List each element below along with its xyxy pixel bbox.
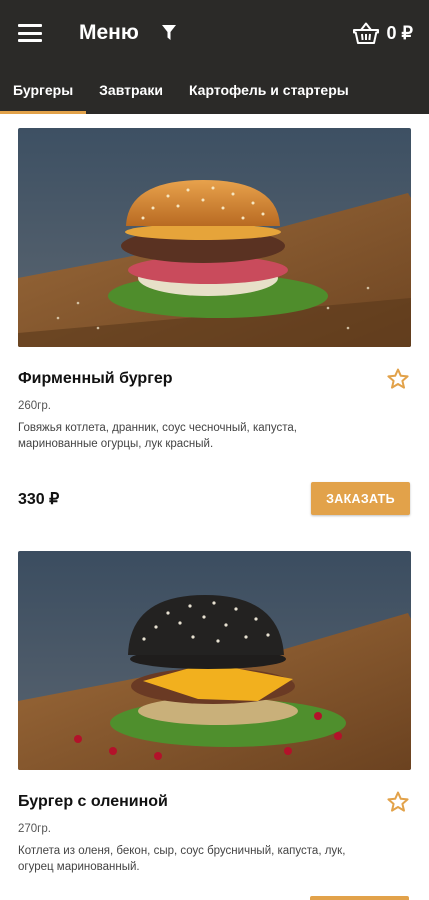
product-title-row: Бургер с олениной	[18, 790, 410, 814]
product-weight: 270гр.	[18, 823, 51, 835]
tab-fries-starters[interactable]: Картофель и стартеры	[176, 66, 362, 114]
product-buy-row: 330 ₽ ЗАКАЗАТЬ	[18, 482, 410, 515]
tab-breakfasts[interactable]: Завтраки	[86, 66, 176, 114]
product-price: 330 ₽	[18, 490, 60, 508]
product-title-row: Фирменный бургер	[18, 367, 410, 391]
burger-photo-illustration	[18, 128, 411, 347]
product-name: Фирменный бургер	[18, 370, 173, 387]
product-card: Фирменный бургер 260гр. Говяжья котлета,…	[0, 114, 429, 515]
tab-burgers[interactable]: Бургеры	[0, 66, 87, 114]
menu-icon[interactable]	[18, 24, 42, 42]
product-photo[interactable]	[18, 128, 411, 347]
product-name: Бургер с олениной	[18, 793, 168, 810]
basket-icon	[352, 22, 379, 44]
order-button[interactable]	[310, 896, 409, 900]
product-list[interactable]: Фирменный бургер 260гр. Говяжья котлета,…	[0, 114, 429, 900]
top-app-bar: Меню 0 ₽	[0, 0, 429, 66]
product-description: Говяжья котлета, дранник, соус чесночный…	[18, 422, 297, 450]
burger-photo-illustration	[18, 551, 411, 770]
product-photo[interactable]	[18, 551, 411, 770]
star-outline-icon[interactable]	[386, 367, 410, 391]
product-description: Котлета из оленя, бекон, сыр, соус брусн…	[18, 845, 346, 873]
page-title: Меню	[79, 21, 139, 44]
app-root: Меню 0 ₽ Бургеры Завтраки Картофель и ст…	[0, 0, 429, 900]
product-weight: 260гр.	[18, 400, 51, 412]
cart-button[interactable]: 0 ₽	[352, 22, 413, 44]
product-card: Бургер с олениной 270гр. Котлета из олен…	[0, 515, 429, 875]
filter-icon[interactable]	[161, 24, 177, 42]
order-button[interactable]: ЗАКАЗАТЬ	[311, 482, 410, 515]
cart-total: 0 ₽	[386, 22, 413, 43]
category-tabs: Бургеры Завтраки Картофель и стартеры	[0, 66, 429, 114]
star-outline-icon[interactable]	[386, 790, 410, 814]
